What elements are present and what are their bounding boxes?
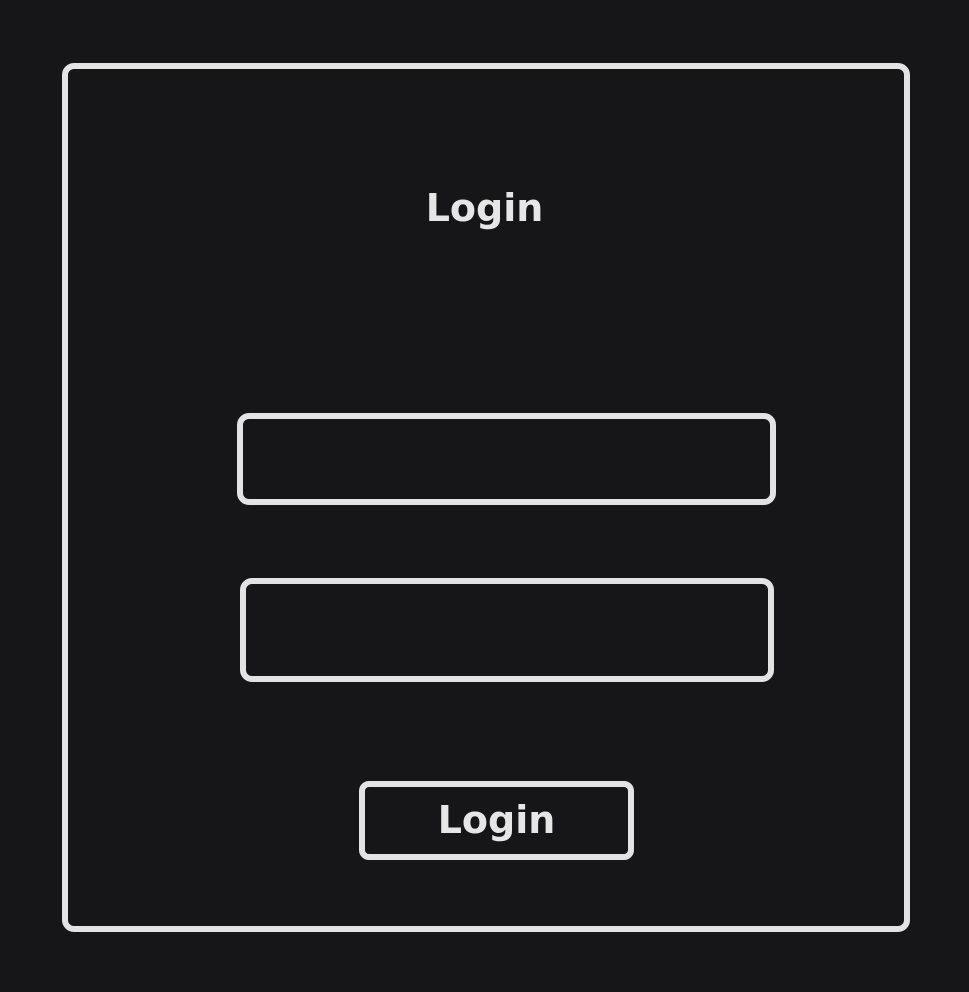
username-input[interactable] [237, 413, 776, 505]
login-button[interactable]: Login [359, 781, 634, 860]
password-input[interactable] [240, 578, 774, 682]
page-title: Login [425, 186, 544, 230]
